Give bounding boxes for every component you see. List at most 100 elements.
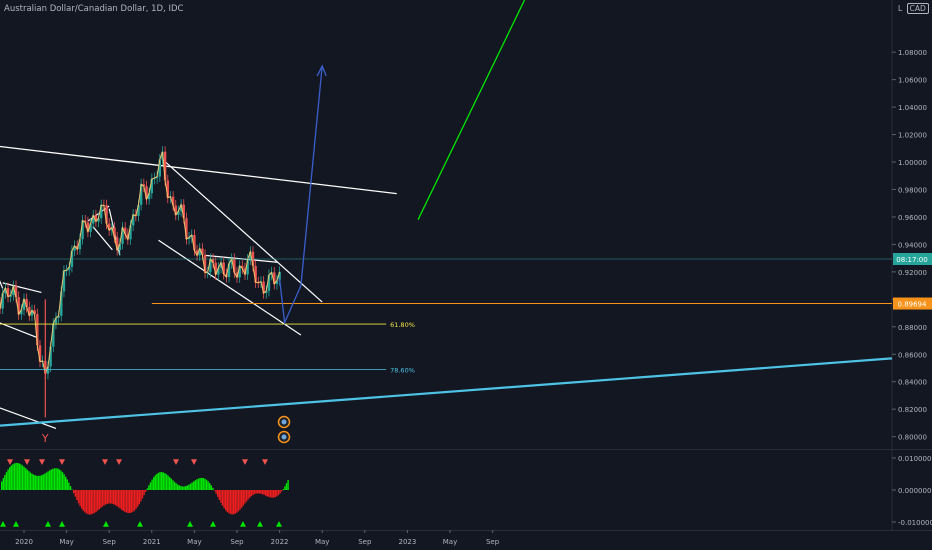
price-tick-label: 0.94000 xyxy=(898,241,927,249)
buy-marker xyxy=(257,521,263,527)
osc-bar xyxy=(138,490,140,505)
buy-marker xyxy=(45,521,51,527)
osc-bar xyxy=(113,490,115,505)
osc-bar xyxy=(105,490,107,505)
osc-bar xyxy=(164,473,166,490)
osc-bar xyxy=(79,490,81,507)
osc-bar xyxy=(213,490,216,491)
osc-bar xyxy=(156,473,158,490)
osc-bar xyxy=(52,468,54,490)
osc-bar xyxy=(271,490,273,498)
osc-bar xyxy=(244,490,246,504)
osc-bar xyxy=(226,490,228,512)
osc-bar xyxy=(154,475,156,490)
osc-bar xyxy=(274,490,276,498)
osc-bar xyxy=(98,490,100,510)
price-tick-label: 1.06000 xyxy=(898,77,927,85)
buy-marker xyxy=(210,521,216,527)
osc-bar xyxy=(95,490,97,512)
osc-bar xyxy=(285,483,288,490)
osc-bar xyxy=(132,490,134,512)
osc-bar xyxy=(178,485,180,490)
osc-bar xyxy=(124,490,126,512)
osc-bar xyxy=(17,463,19,490)
sell-marker xyxy=(116,459,122,466)
osc-bar xyxy=(137,490,139,507)
countdown-label: 08:17:00 xyxy=(896,256,927,264)
price-ma-line xyxy=(0,151,281,376)
osc-bar xyxy=(81,490,83,509)
osc-bar xyxy=(89,490,91,515)
osc-bar xyxy=(221,490,224,506)
osc-bar xyxy=(129,490,131,514)
time-tick-label: May xyxy=(315,538,329,546)
osc-bar xyxy=(93,490,96,513)
osc-bar xyxy=(140,490,142,502)
osc-bar xyxy=(12,464,14,490)
osc-bar xyxy=(149,482,152,490)
osc-bar xyxy=(53,468,56,490)
osc-bar xyxy=(141,490,144,499)
osc-bar xyxy=(247,490,249,500)
osc-bar xyxy=(148,485,150,490)
osc-bar xyxy=(76,490,78,501)
scale-buttons[interactable]: L CAD xyxy=(898,3,929,14)
osc-bar xyxy=(37,475,40,490)
osc-bar xyxy=(69,486,72,490)
osc-bar xyxy=(209,483,211,490)
price-tick-label: 0.98000 xyxy=(898,186,927,194)
osc-bar xyxy=(82,490,84,511)
osc-bar xyxy=(281,490,283,492)
left-pattern-a xyxy=(0,280,4,289)
chart-canvas[interactable]: 1.08000 1.06000 1.04000 1.02000 1.00000 0.980… xyxy=(0,0,932,550)
osc-bar xyxy=(236,490,238,513)
osc-bar xyxy=(245,490,248,502)
trendline-upper-long xyxy=(0,145,397,195)
osc-bar xyxy=(49,470,51,490)
osc-bar xyxy=(47,471,49,490)
osc-bar xyxy=(77,490,80,504)
osc-bar xyxy=(253,490,256,495)
osc-bar xyxy=(153,477,155,490)
osc-bar xyxy=(210,485,212,490)
osc-bar xyxy=(202,478,204,490)
osc-bar xyxy=(242,490,244,506)
osc-bar xyxy=(167,475,169,490)
osc-bar xyxy=(61,472,64,490)
osc-bar xyxy=(228,490,230,514)
osc-bar xyxy=(13,463,16,490)
time-tick-label: 2022 xyxy=(271,538,289,546)
osc-bar xyxy=(65,476,67,490)
time-tick-label: Sep xyxy=(358,538,372,546)
osc-bar xyxy=(170,478,172,490)
osc-tick-label: -0.010000 xyxy=(898,519,932,527)
osc-bar xyxy=(255,490,257,494)
sell-marker xyxy=(242,459,248,466)
osc-bar xyxy=(269,490,272,498)
osc-bar xyxy=(9,467,11,490)
price-tick-label: 0.82000 xyxy=(898,406,927,414)
osc-bar xyxy=(1,481,3,490)
osc-bar xyxy=(68,482,70,490)
osc-bar xyxy=(207,481,209,490)
osc-bar xyxy=(21,465,24,490)
time-tick-label: Sep xyxy=(103,538,117,546)
currency-button[interactable]: CAD xyxy=(906,3,929,14)
osc-bar xyxy=(268,490,270,497)
osc-bar xyxy=(201,477,203,490)
osc-bar xyxy=(146,488,148,490)
osc-bar xyxy=(173,481,176,490)
osc-bar xyxy=(217,490,219,497)
log-scale-button[interactable]: L xyxy=(898,4,902,13)
osc-bar xyxy=(106,490,108,504)
osc-bar xyxy=(60,470,62,490)
osc-bar xyxy=(252,490,254,496)
osc-bar xyxy=(197,478,200,490)
osc-bar xyxy=(103,490,105,506)
osc-bar xyxy=(20,464,22,490)
osc-bar xyxy=(282,488,284,490)
left-pattern-c xyxy=(0,322,39,339)
osc-bar xyxy=(33,474,35,490)
time-tick-label: Sep xyxy=(230,538,244,546)
osc-bar xyxy=(165,474,168,490)
